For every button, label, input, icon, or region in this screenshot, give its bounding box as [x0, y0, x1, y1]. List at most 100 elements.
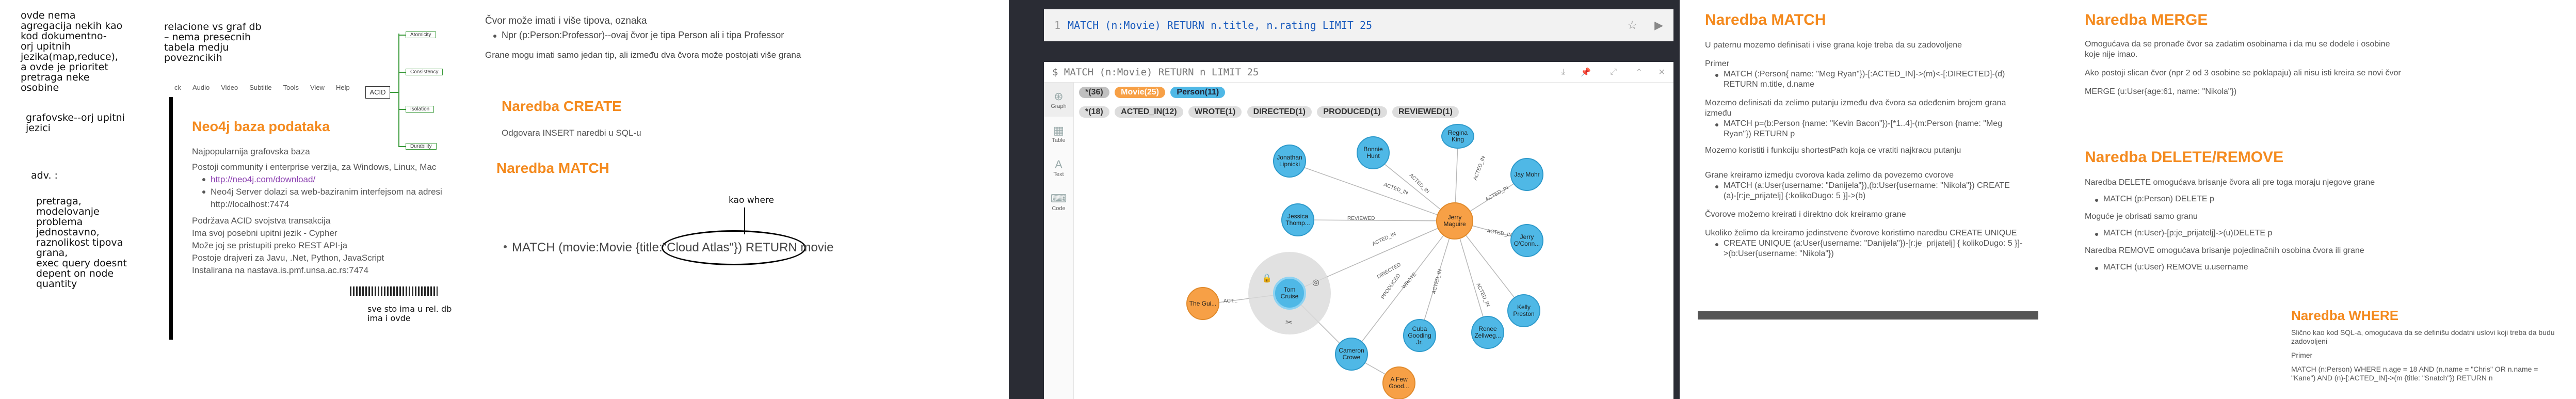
ink-scribble — [350, 286, 438, 296]
edge-label: ACTED_IN — [1383, 182, 1409, 196]
node-cameron-crowe[interactable]: Cameron Crowe — [1335, 338, 1368, 371]
bullet-list: MATCH (p:Person) DELETE p — [2092, 194, 2405, 204]
edge-label: ACTED_IN — [1475, 282, 1491, 308]
collapse-icon[interactable]: ⌃ — [1636, 67, 1643, 77]
text-line: Grane mogu imati samo jedan tip, ali izm… — [485, 50, 801, 60]
menu-item[interactable]: Help — [336, 84, 350, 91]
note-graph-query: grafovske--orj upitni jezici — [26, 112, 125, 134]
text-line: Mozemo definisati da zelimo putanju izme… — [1705, 99, 2006, 118]
result-frame: $ MATCH (n:Movie) RETURN n LIMIT 25 ⤓ 📌 … — [1044, 62, 1673, 399]
expand-icon[interactable]: ⤢ — [1610, 68, 1617, 77]
node-renee-zellweger[interactable]: Renee Zellweg... — [1471, 316, 1504, 349]
chip-wrote[interactable]: WROTE(1) — [1188, 106, 1242, 118]
star-icon[interactable]: ☆ — [1627, 19, 1637, 32]
heading-delete: Naredba DELETE/REMOVE — [2085, 149, 2284, 166]
node-jerry-oconnell[interactable]: Jerry O'Conn... — [1510, 224, 1543, 257]
text-line: Podržava ACID svojstva transakcija — [192, 216, 331, 226]
note-orj-query: ovde nema agregacija nekih kao kod dokum… — [21, 10, 123, 93]
node-tom-cruise[interactable]: Tom Cruise — [1273, 277, 1306, 310]
heading-match: Naredba MATCH — [1705, 11, 1826, 28]
text-line: Grane kreiramo izmedju cvorova kada zeli… — [1705, 171, 1954, 180]
edge-label: ACTED_IN — [1485, 185, 1509, 202]
chip-reviewed[interactable]: REVIEWED(1) — [1392, 106, 1459, 118]
chip-movie[interactable]: Movie(25) — [1115, 87, 1165, 98]
menubar: ck Audio Video Subtitle Tools View Help — [174, 84, 350, 91]
edge-label: ACTED_IN — [1372, 231, 1397, 247]
node-bonnie-hunt[interactable]: Bonnie Hunt — [1357, 136, 1390, 169]
node-cuba-gooding-jr[interactable]: Cuba Gooding Jr. — [1403, 319, 1436, 352]
text-line: Moguće je obrisati samo granu — [2085, 212, 2198, 221]
node-regina-king[interactable]: Regina King — [1441, 124, 1474, 149]
node-jessica-thompson[interactable]: Jessica Thomp... — [1281, 203, 1314, 236]
acid-item-consistency: Consistency — [398, 69, 443, 75]
text-line: Postoji community i enterprise verzija, … — [192, 162, 437, 172]
bullet-list: Npr (p:Person:Professor)--ovaj čvor je t… — [490, 30, 784, 41]
sidebar-tab-text[interactable]: A Text — [1044, 151, 1073, 185]
menu-item[interactable]: Tools — [283, 84, 299, 91]
chip-produced[interactable]: PRODUCED(1) — [1317, 106, 1387, 118]
sidebar-tab-graph[interactable]: ⊛ Graph — [1044, 83, 1073, 117]
close-icon[interactable]: ✕ — [1659, 67, 1665, 77]
acid-item-durability: Durability — [398, 143, 437, 150]
text-line: Postoje drajveri za Javu, .Net, Python, … — [192, 253, 384, 263]
download-link[interactable]: http://neo4j.com/download/ — [199, 173, 481, 186]
edge — [1294, 164, 1455, 221]
node-kelly-preston[interactable]: Kelly Preston — [1507, 294, 1540, 327]
sidebar-tab-code[interactable]: ⌨ Code — [1044, 185, 1073, 219]
run-icon[interactable]: ▶ — [1654, 19, 1663, 32]
menu-item[interactable]: Video — [221, 84, 238, 91]
note-sve-sto-ima: sve sto ima u rel. db ima i ovde — [367, 304, 452, 323]
scissors-icon[interactable]: ✂ — [1285, 318, 1292, 327]
lock-icon[interactable]: 🔒 — [1262, 274, 1272, 283]
text-line: Čvorove možemo kreirati i direktno dok k… — [1705, 210, 1906, 219]
node-a-few-good-men[interactable]: A Few Good... — [1382, 366, 1415, 399]
query-input[interactable]: MATCH (n:Movie) RETURN n.title, n.rating… — [1068, 19, 1372, 31]
pin-icon[interactable]: 📌 — [1581, 67, 1591, 77]
slide-body: Naredba DELETE omogućava brisanje čvora … — [2085, 178, 2405, 273]
acid-box: ACID — [365, 86, 390, 99]
sidebar-tab-table[interactable]: ▦ Table — [1044, 117, 1073, 151]
bullet-list: MATCH p=(b:Person {name: "Kevin Bacon"})… — [1712, 119, 2025, 139]
expand-node-icon[interactable]: ◎ — [1312, 278, 1319, 287]
chip-all-rels[interactable]: *(18) — [1079, 106, 1109, 118]
frame-sidebar: ⊛ Graph ▦ Table A Text ⌨ Code — [1044, 83, 1074, 399]
slide-merge-delete: Naredba MERGE Omogućava da se pronađe čv… — [2085, 0, 2570, 399]
text-line: Može joj se pristupiti preko REST API-ja — [192, 241, 348, 250]
bullet-list: MATCH (:Person{ name: "Meg Ryan"})-[:ACT… — [1712, 69, 2025, 90]
chip-person[interactable]: Person(11) — [1170, 87, 1226, 98]
menu-item[interactable]: Subtitle — [249, 84, 271, 91]
text-line: Slično kao kod SQL-a, omogućava da se de… — [2291, 328, 2555, 345]
text-line: U paternu mozemo definisati i vise grana… — [1705, 41, 1962, 50]
node-jay-mohr[interactable]: Jay Mohr — [1510, 158, 1543, 191]
text-line: Primer — [1705, 59, 1730, 68]
menu-item[interactable]: Audio — [192, 84, 210, 91]
node-the-guilt-trip[interactable]: The Gui... — [1186, 287, 1219, 320]
node-jonathan-lipnicki[interactable]: Jonathan Lipnicki — [1273, 145, 1306, 178]
menu-item[interactable]: ck — [174, 84, 181, 91]
text-line: Mozemo koristiti i funkciju shortestPath… — [1705, 146, 1961, 155]
acid-diagram: ACID Atomicity Consistency Isolation Dur… — [365, 28, 469, 152]
pin-icon[interactable]: ⤓ — [1561, 68, 1565, 77]
heading-merge: Naredba MERGE — [2085, 11, 2208, 28]
menu-item[interactable]: View — [310, 84, 325, 91]
frame-header: $ MATCH (n:Movie) RETURN n LIMIT 25 ⤓ 📌 … — [1044, 62, 1673, 83]
node-jerry-maguire[interactable]: Jerry Maguire — [1436, 202, 1473, 240]
note-relational-vs-graph: relacione vs graf db – nema presecnih ta… — [164, 21, 262, 63]
heading-where: Naredba WHERE — [2291, 308, 2399, 323]
frame-query[interactable]: $ MATCH (n:Movie) RETURN n LIMIT 25 — [1052, 67, 1259, 78]
edge-label: WROTE — [1401, 272, 1418, 290]
chip-directed[interactable]: DIRECTED(1) — [1247, 106, 1312, 118]
slide-divider — [1698, 311, 2038, 320]
query-editor[interactable]: 1 MATCH (n:Movie) RETURN n.title, n.rati… — [1044, 9, 1673, 41]
text-line: Omogućava da se pronađe čvor sa zadatim … — [2085, 40, 2390, 59]
slide-body: Najpopularnija grafovska baza Postoji co… — [192, 146, 481, 277]
slide-body: Slično kao kod SQL-a, omogućava da se de… — [2291, 328, 2559, 382]
chip-acted-in[interactable]: ACTED_IN(12) — [1115, 106, 1183, 118]
heading-create: Naredba CREATE — [502, 98, 622, 114]
match-example: MATCH (movie:Movie {title:"Cloud Atlas"}… — [501, 241, 833, 255]
bullet-list: MATCH (n:User)-[p:je_prijatelj]->(u)DELE… — [2092, 228, 2405, 238]
chip-all-nodes[interactable]: *(36) — [1079, 87, 1109, 98]
slide-body: U paternu mozemo definisati i vise grana… — [1705, 40, 2025, 259]
text-line: Instalirana na nastava.is.pmf.unsa.ac.rs… — [192, 265, 369, 275]
table-icon: ▦ — [1053, 124, 1064, 137]
